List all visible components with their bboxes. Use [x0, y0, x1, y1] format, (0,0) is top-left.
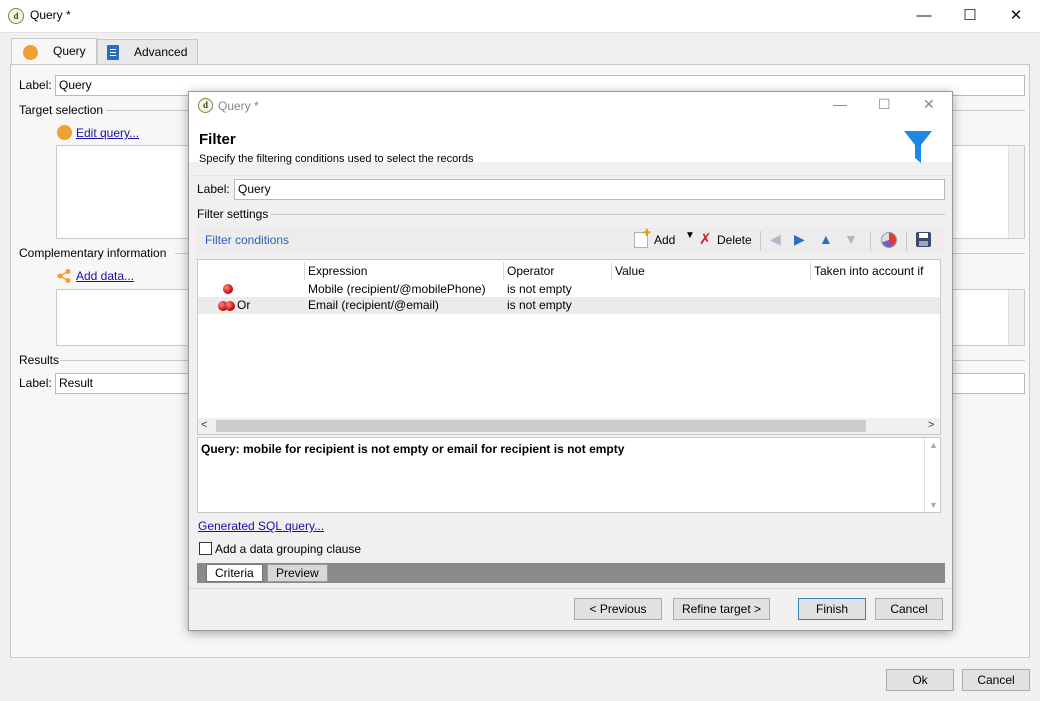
row-operator: is not empty: [507, 298, 572, 312]
grouping-checkbox-label[interactable]: Add a data grouping clause: [215, 542, 361, 556]
table-row[interactable]: Mobile (recipient/@mobilePhone) is not e…: [198, 280, 940, 297]
previous-button[interactable]: < Previous: [574, 598, 662, 620]
save-icon[interactable]: [916, 232, 931, 247]
move-right-icon[interactable]: ▶: [794, 231, 805, 248]
ok-button[interactable]: Ok: [886, 669, 954, 691]
add-button[interactable]: Add: [654, 229, 675, 251]
vertical-scrollbar[interactable]: ▲ ▼: [924, 438, 940, 512]
subtab-preview[interactable]: Preview: [267, 564, 328, 582]
clipboard-icon: [107, 45, 119, 60]
window-title: Query *: [30, 8, 71, 22]
query-status-icon: [57, 125, 72, 140]
add-data-link[interactable]: Add data...: [76, 269, 134, 283]
add-icon: ✚: [634, 229, 651, 248]
subtab-bar: Criteria Preview: [197, 563, 945, 583]
row-operator: is not empty: [507, 282, 572, 296]
target-selection-heading: Target selection: [19, 103, 104, 117]
or-condition-icon: [225, 301, 235, 311]
dialog-cancel-button[interactable]: Cancel: [875, 598, 943, 620]
finish-button[interactable]: Finish: [798, 598, 866, 620]
row-prefix: Or: [237, 298, 251, 312]
vertical-scrollbar[interactable]: [1008, 146, 1024, 238]
move-down-icon[interactable]: ▼: [844, 231, 858, 247]
toolbar-separator: [760, 231, 761, 251]
tab-query[interactable]: Query: [11, 38, 97, 66]
pie-chart-icon[interactable]: [881, 232, 897, 248]
dialog-minimize-button[interactable]: —: [833, 96, 847, 112]
dialog-maximize-button[interactable]: ☐: [878, 96, 891, 113]
app-icon: d: [198, 98, 213, 113]
column-value[interactable]: Value: [612, 262, 811, 280]
filter-toolbar: Filter conditions ✚ Add ▼ ✗ Delete ◀ ▶ ▲…: [197, 228, 945, 254]
tab-advanced-label: Advanced: [134, 45, 188, 59]
app-icon: d: [8, 8, 24, 24]
results-heading: Results: [19, 353, 60, 367]
delete-button[interactable]: Delete: [717, 229, 752, 251]
filter-settings-heading: Filter settings: [197, 207, 269, 221]
toolbar-separator: [906, 231, 907, 251]
refine-target-button[interactable]: Refine target >: [673, 598, 770, 620]
cancel-button[interactable]: Cancel: [962, 669, 1030, 691]
tab-query-label: Query: [53, 44, 86, 58]
table-row[interactable]: Or Email (recipient/@email) is not empty: [198, 297, 940, 314]
window-titlebar: d Query * — ☐ ✕: [0, 0, 1040, 32]
delete-icon: ✗: [699, 231, 712, 248]
subtab-criteria[interactable]: Criteria: [206, 564, 263, 582]
result-label-caption: Label:: [19, 376, 52, 390]
label-caption: Label:: [19, 78, 52, 92]
tab-advanced[interactable]: Advanced: [97, 39, 198, 65]
dialog-titlebar: d Query * — ☐ ✕: [189, 92, 952, 120]
close-button[interactable]: ✕: [993, 0, 1039, 32]
orange-circle-icon: [23, 45, 38, 60]
edit-query-link[interactable]: Edit query...: [76, 126, 139, 140]
query-summary-box: Query: mobile for recipient is not empty…: [197, 437, 941, 513]
grid-header: Expression Operator Value Taken into acc…: [198, 262, 940, 280]
filter-dialog: d Query * — ☐ ✕ Filter Specify the filte…: [188, 91, 953, 631]
column-expression[interactable]: Expression: [305, 262, 504, 280]
scroll-thumb[interactable]: [216, 420, 866, 432]
generated-sql-link[interactable]: Generated SQL query...: [198, 519, 324, 533]
share-icon: [56, 268, 72, 284]
add-dropdown-chevron-icon[interactable]: ▼: [685, 230, 695, 241]
grid-header-cell: [198, 262, 305, 280]
divider: [189, 588, 952, 589]
conditions-grid: Expression Operator Value Taken into acc…: [197, 259, 941, 435]
dialog-close-button[interactable]: ✕: [923, 96, 935, 113]
dialog-label-caption: Label:: [197, 182, 230, 196]
horizontal-scrollbar[interactable]: < >: [198, 418, 940, 434]
funnel-icon: [903, 130, 933, 164]
condition-icon: [223, 284, 233, 294]
maximize-button[interactable]: ☐: [947, 0, 993, 32]
divider: [189, 175, 952, 176]
vertical-scrollbar[interactable]: [1008, 290, 1024, 345]
dialog-heading: Filter: [199, 131, 236, 148]
column-operator[interactable]: Operator: [504, 262, 612, 280]
complementary-info-heading: Complementary information: [19, 246, 167, 260]
grouping-checkbox[interactable]: [199, 542, 212, 555]
dialog-header: Filter Specify the filtering conditions …: [189, 120, 952, 165]
dialog-subheading: Specify the filtering conditions used to…: [199, 153, 474, 165]
scroll-left-icon[interactable]: <: [201, 419, 207, 431]
move-left-icon[interactable]: ◀: [770, 231, 781, 248]
row-expression: Email (recipient/@email): [308, 298, 439, 312]
column-taken-into-account[interactable]: Taken into account if: [811, 262, 940, 280]
scroll-up-icon[interactable]: ▲: [929, 440, 938, 450]
toolbar-separator: [870, 231, 871, 251]
dialog-label-input[interactable]: Query: [234, 179, 945, 200]
minimize-button[interactable]: —: [901, 0, 947, 32]
row-expression: Mobile (recipient/@mobilePhone): [308, 282, 486, 296]
move-up-icon[interactable]: ▲: [819, 231, 833, 247]
filter-conditions-title: Filter conditions: [205, 233, 290, 247]
dialog-title: Query *: [218, 99, 259, 113]
divider: [271, 214, 945, 215]
tab-bar: Query Advanced: [0, 38, 1040, 66]
scroll-down-icon[interactable]: ▼: [929, 500, 938, 510]
query-summary-text: Query: mobile for recipient is not empty…: [201, 442, 625, 456]
scroll-right-icon[interactable]: >: [928, 419, 934, 431]
